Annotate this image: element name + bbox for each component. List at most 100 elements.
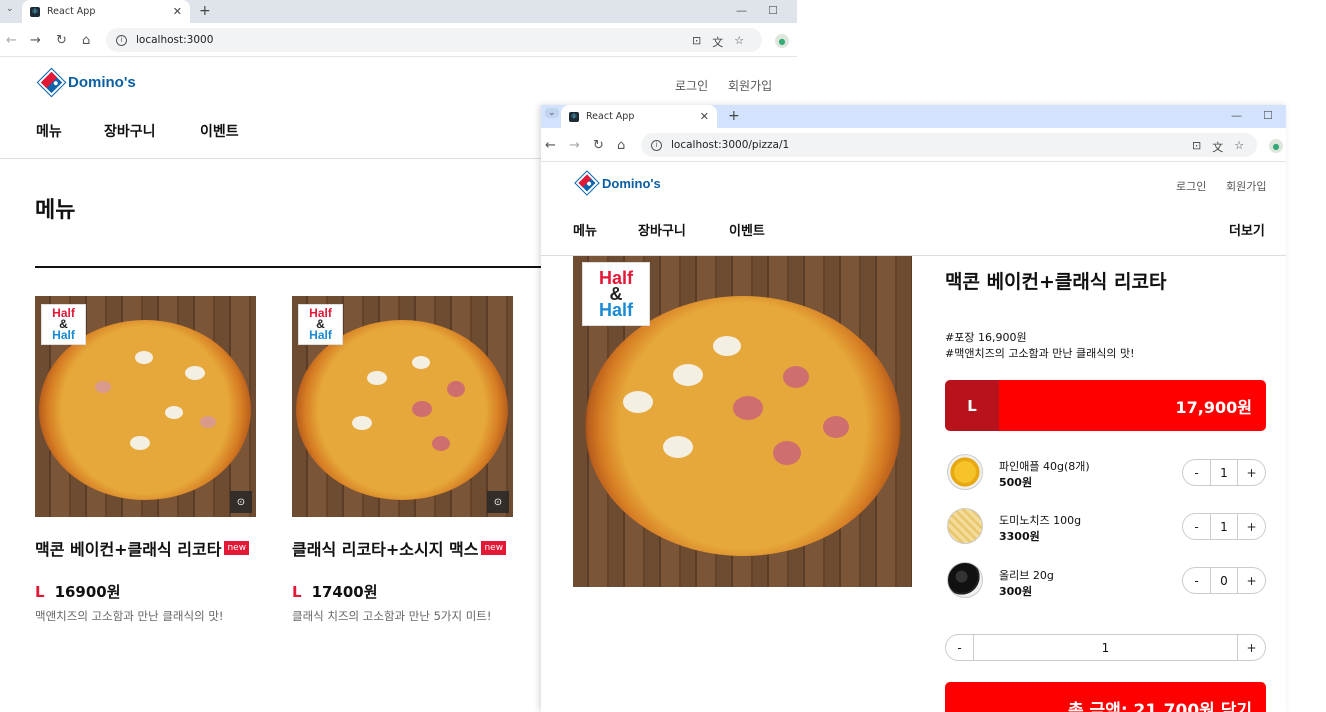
product-image[interactable]: Half & Half ⊙ [35,296,256,517]
option-quantity[interactable]: 0 [1210,568,1238,593]
new-tab-icon[interactable]: + [199,3,211,19]
install-app-icon[interactable]: ⊡ [1192,139,1201,155]
tab-title: React App [586,111,635,122]
browser-tab[interactable]: ⚛ React App ✕ [22,0,190,23]
half-and-half-badge: Half & Half [41,304,86,345]
nav-menu[interactable]: 메뉴 [36,121,62,141]
pineapple-icon [947,454,983,490]
minimize-icon[interactable]: — [736,4,747,17]
increment-button[interactable]: + [1238,574,1265,588]
dominos-logo[interactable]: Domino's [38,69,136,96]
option-quantity[interactable]: 1 [1210,514,1238,539]
minimize-icon[interactable]: — [1231,109,1242,122]
option-name: 도미노치즈 100g [999,514,1082,527]
option-name: 파인애플 40g(8개) [999,460,1090,473]
tag-description: #맥앤치즈의 고소함과 만난 클래식의 맛! [945,347,1135,360]
bookmark-star-icon[interactable]: ☆ [1234,139,1244,155]
option-stepper: - 0 + [1182,567,1266,594]
new-tab-icon[interactable]: + [728,108,740,124]
zoom-icon[interactable]: ⊙ [230,491,252,513]
site-info-icon[interactable]: i [651,139,662,151]
product-desc: 맥앤치즈의 고소함과 만난 클래식의 맛! [35,609,224,623]
decrement-button[interactable]: - [1183,574,1210,588]
option-price: 500원 [999,476,1033,489]
nav-more[interactable]: 더보기 [1229,220,1265,239]
product-name[interactable]: 클래식 리코타+소시지 맥스 new [292,536,507,560]
nav-cart[interactable]: 장바구니 [104,121,156,141]
login-link[interactable]: 로그인 [1176,178,1206,194]
address-bar: ← → ↻ ⌂ i localhost:3000/pizza/1 ⊡ 文 ☆ ● [541,128,1286,162]
install-app-icon[interactable]: ⊡ [692,34,701,50]
decrement-button[interactable]: - [946,641,973,655]
url-input[interactable]: i localhost:3000 [106,28,762,52]
tab-close-icon[interactable]: ✕ [173,5,182,18]
back-icon[interactable]: ← [6,33,17,48]
site-info-icon[interactable]: i [116,34,127,46]
decrement-button[interactable]: - [1183,520,1210,534]
product-name[interactable]: 맥콘 베이컨+클래식 리코타 new [35,536,250,560]
increment-button[interactable]: + [1238,466,1265,480]
new-badge: new [224,541,250,555]
zoom-icon[interactable]: ⊙ [487,491,509,513]
tab-strip: ⌄ ⚛ React App ✕ + — ☐ [541,105,1286,128]
option-quantity[interactable]: 1 [1210,460,1238,485]
browser-window-detail: ⌄ ⚛ React App ✕ + — ☐ ← → ↻ ⌂ i localhos… [541,105,1286,712]
option-price: 3300원 [999,530,1040,543]
reload-icon[interactable]: ↻ [593,138,604,153]
reload-icon[interactable]: ↻ [56,33,67,48]
increment-button[interactable]: + [1238,520,1265,534]
translate-icon[interactable]: 文 [1212,139,1223,155]
option-stepper: - 1 + [1182,513,1266,540]
back-icon[interactable]: ← [545,138,556,153]
size-price: 17,900원 [999,380,1266,431]
dominos-logo[interactable]: Domino's [575,171,661,195]
decrement-button[interactable]: - [1183,466,1210,480]
tab-search-icon[interactable]: ⌄ [545,108,559,118]
product-image[interactable]: Half & Half ⊙ [292,296,513,517]
half-and-half-badge: Half & Half [298,304,343,345]
pizza-graphic [39,320,251,500]
half-and-half-badge: Half & Half [582,262,650,326]
new-badge: new [481,541,507,555]
home-icon[interactable]: ⌂ [82,33,90,48]
pizza-graphic [296,320,508,500]
increment-button[interactable]: + [1238,641,1265,655]
signup-link[interactable]: 회원가입 [1226,178,1266,194]
quantity-value[interactable]: 1 [973,635,1238,660]
profile-avatar-icon[interactable]: ● [1269,139,1283,153]
page-title: 메뉴 [35,198,76,223]
maximize-icon[interactable]: ☐ [1263,109,1273,122]
product-price: L 17400원 [292,583,378,601]
option-name: 올리브 20g [999,569,1054,582]
quantity-stepper: - 1 + [945,634,1266,661]
tab-search-icon[interactable]: ⌄ [6,4,14,14]
product-desc: 클래식 치즈의 고소함과 만난 5가지 미트! [292,609,492,623]
translate-icon[interactable]: 文 [712,34,723,50]
forward-icon[interactable]: → [569,138,580,153]
product-title: 맥콘 베이컨+클래식 리코타 [945,271,1167,293]
address-bar: ← → ↻ ⌂ i localhost:3000 ⊡ 文 ☆ ● [0,23,797,57]
bookmark-star-icon[interactable]: ☆ [734,34,744,50]
react-favicon-icon: ⚛ [569,111,579,122]
react-favicon-icon: ⚛ [30,6,40,17]
nav-menu[interactable]: 메뉴 [573,220,597,239]
login-link[interactable]: 로그인 [675,77,708,94]
forward-icon[interactable]: → [30,33,41,48]
nav-event[interactable]: 이벤트 [200,121,239,141]
home-icon[interactable]: ⌂ [617,138,625,153]
url-input[interactable]: i localhost:3000/pizza/1 [641,133,1257,157]
tab-strip: ⌄ ⚛ React App ✕ + — ☐ [0,0,797,23]
size-label: L [945,380,999,431]
olive-icon [947,562,983,598]
maximize-icon[interactable]: ☐ [768,4,778,17]
browser-tab[interactable]: ⚛ React App ✕ [561,105,717,128]
profile-avatar-icon[interactable]: ● [775,34,789,48]
total-label: 총 금액: 21,700원 담기 [1068,701,1252,712]
add-to-cart-button[interactable]: 총 금액: 21,700원 담기 [945,682,1266,712]
size-selector[interactable]: L 17,900원 [945,380,1266,431]
nav-event[interactable]: 이벤트 [729,220,765,239]
tab-close-icon[interactable]: ✕ [700,110,709,123]
signup-link[interactable]: 회원가입 [728,77,772,94]
omnibox-actions: ⊡ 文 ☆ [692,34,744,50]
nav-cart[interactable]: 장바구니 [638,220,686,239]
